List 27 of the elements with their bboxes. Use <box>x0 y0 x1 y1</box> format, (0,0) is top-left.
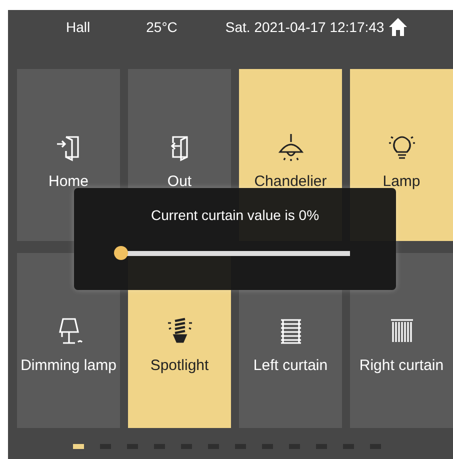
tile-label: Right curtain <box>359 357 444 374</box>
temperature: 25°C <box>146 19 178 35</box>
tile-label: Chandelier <box>254 173 327 190</box>
page-indicator[interactable] <box>100 444 111 449</box>
page-indicator[interactable] <box>73 444 84 449</box>
device-tile[interactable]: Right curtain <box>350 253 453 428</box>
tile-label: Out <box>167 173 192 190</box>
device-tile[interactable]: Dimming lamp <box>17 253 120 428</box>
page-indicator[interactable] <box>316 444 327 449</box>
date-time: Sat. 2021-04-17 12:17:43 <box>225 19 384 35</box>
tile-label: Dimming lamp <box>20 357 116 374</box>
page-indicator[interactable] <box>127 444 138 449</box>
page-indicator[interactable] <box>235 444 246 449</box>
tile-label: Lamp <box>382 173 420 190</box>
room-name: Hall <box>66 19 90 35</box>
page-indicator[interactable] <box>208 444 219 449</box>
page-indicator[interactable] <box>343 444 354 449</box>
page-indicator[interactable] <box>154 444 165 449</box>
page-indicator[interactable] <box>181 444 192 449</box>
home-icon[interactable] <box>388 17 408 37</box>
slider-thumb[interactable] <box>114 246 128 260</box>
tile-label: Spotlight <box>150 357 209 374</box>
page-indicator[interactable] <box>289 444 300 449</box>
page-indicator[interactable] <box>370 444 381 449</box>
page-indicator[interactable] <box>262 444 273 449</box>
tile-label: Left curtain <box>253 357 328 374</box>
tile-label: Home <box>48 173 88 190</box>
